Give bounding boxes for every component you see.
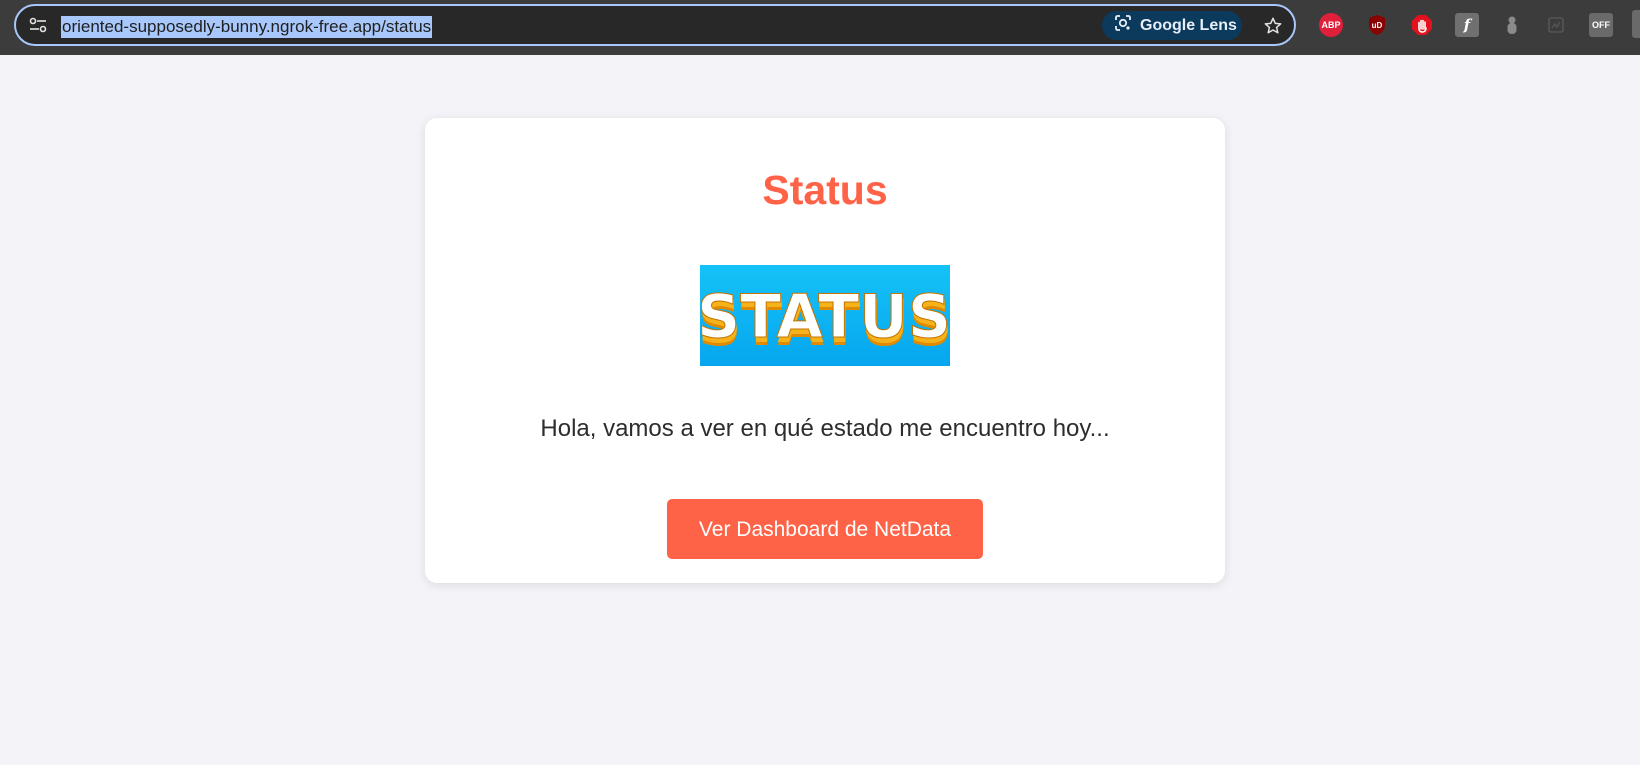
stop-hand-icon[interactable] bbox=[1410, 13, 1434, 37]
lens-icon bbox=[1114, 14, 1132, 37]
ublock-origin-icon[interactable]: uD bbox=[1365, 13, 1389, 37]
adblock-plus-icon[interactable]: ABP bbox=[1319, 13, 1343, 37]
tune-icon[interactable] bbox=[28, 15, 48, 35]
browser-toolbar: oriented-supposedly-bunny.ngrok-free.app… bbox=[0, 0, 1640, 55]
status-card: Status STATUS STATUS STATUS Hola, vamos … bbox=[425, 118, 1225, 583]
star-icon[interactable] bbox=[1260, 13, 1286, 39]
status-banner-image: STATUS STATUS STATUS bbox=[696, 265, 952, 366]
extension-overflow[interactable] bbox=[1632, 10, 1640, 38]
flash-icon[interactable]: f bbox=[1455, 13, 1479, 37]
netdata-dashboard-button[interactable]: Ver Dashboard de NetData bbox=[667, 499, 983, 559]
lens-label: Google Lens bbox=[1140, 16, 1237, 34]
gray-extension-icon[interactable] bbox=[1500, 13, 1524, 37]
address-bar[interactable]: oriented-supposedly-bunny.ngrok-free.app… bbox=[14, 4, 1296, 46]
url-text[interactable]: oriented-supposedly-bunny.ngrok-free.app… bbox=[61, 16, 433, 38]
off-toggle-icon[interactable]: OFF bbox=[1589, 13, 1613, 37]
gray-extension-icon-2[interactable] bbox=[1544, 13, 1568, 37]
svg-text:STATUS: STATUS bbox=[700, 282, 950, 352]
svg-text:uD: uD bbox=[1372, 21, 1383, 30]
page-title: Status bbox=[762, 167, 888, 213]
google-lens-button[interactable]: Google Lens bbox=[1102, 11, 1242, 40]
status-message: Hola, vamos a ver en qué estado me encue… bbox=[540, 415, 1110, 442]
